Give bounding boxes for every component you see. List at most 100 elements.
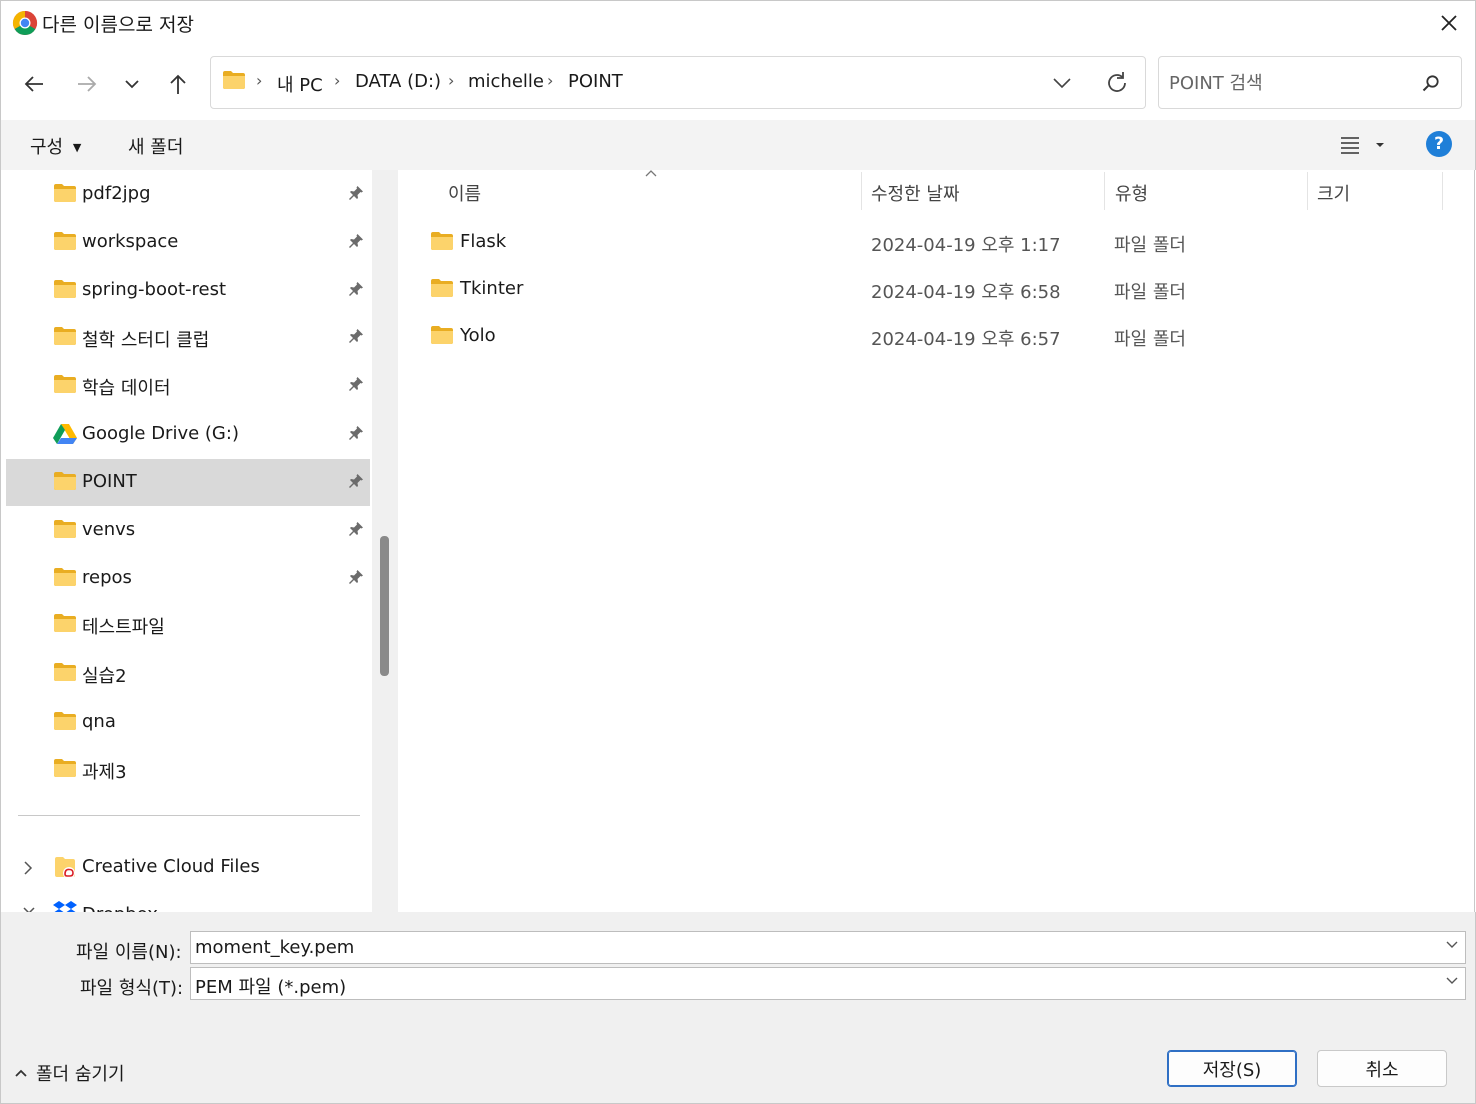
nav-item-label: 테스트파일 xyxy=(82,617,165,638)
folder-icon xyxy=(53,279,77,299)
pin-icon[interactable] xyxy=(348,376,364,392)
nav-item[interactable]: spring-boot-rest xyxy=(6,267,370,314)
column-header-type[interactable]: 유형 xyxy=(1115,180,1148,206)
folder-icon xyxy=(53,471,77,491)
chrome-icon xyxy=(12,10,38,36)
nav-item[interactable]: pdf2jpg xyxy=(6,171,370,218)
file-name: Yolo xyxy=(460,325,496,346)
nav-scrollbar-thumb[interactable] xyxy=(380,536,389,676)
column-divider[interactable] xyxy=(1307,172,1308,210)
pin-icon[interactable] xyxy=(348,233,364,249)
column-header-modified[interactable]: 수정한 날짜 xyxy=(871,180,960,206)
up-button[interactable] xyxy=(158,66,198,102)
google-drive-icon xyxy=(53,424,77,444)
filetype-select[interactable]: PEM 파일 (*.pem) xyxy=(190,967,1466,1000)
nav-item-label: Creative Cloud Files xyxy=(82,856,260,877)
nav-item[interactable]: workspace xyxy=(6,219,370,266)
organize-button[interactable]: 구성 ▼ xyxy=(30,133,81,159)
folder-icon xyxy=(430,325,454,345)
nav-item[interactable]: 테스트파일 xyxy=(6,601,370,648)
hide-folders-label: 폴더 숨기기 xyxy=(36,1064,125,1085)
nav-item-creative-cloud[interactable]: Creative Cloud Files xyxy=(20,856,360,882)
view-options-button[interactable] xyxy=(1340,134,1390,156)
chevron-right-icon[interactable] xyxy=(22,860,34,876)
column-divider[interactable] xyxy=(861,172,862,210)
cancel-button[interactable]: 취소 xyxy=(1317,1050,1447,1087)
pin-icon[interactable] xyxy=(348,328,364,344)
arrow-left-icon xyxy=(24,76,43,92)
breadcrumb-this-pc[interactable]: 내 PC xyxy=(277,71,323,97)
nav-item[interactable]: repos xyxy=(6,555,370,602)
new-folder-button[interactable]: 새 폴더 xyxy=(128,133,183,159)
chevron-down-icon[interactable] xyxy=(1050,72,1074,94)
column-divider[interactable] xyxy=(1104,172,1105,210)
pin-icon[interactable] xyxy=(348,281,364,297)
hide-folders-button[interactable]: 폴더 숨기기 xyxy=(14,1060,125,1086)
chevron-up-icon xyxy=(15,1069,27,1077)
nav-item-label: Dropbox xyxy=(82,904,158,912)
filename-field[interactable]: moment_key.pem xyxy=(190,931,1466,964)
chevron-down-icon[interactable] xyxy=(1445,940,1459,950)
chevron-down-icon xyxy=(125,80,139,89)
nav-item-label: 실습2 xyxy=(82,666,127,687)
folder-icon xyxy=(53,231,77,251)
nav-item-label: workspace xyxy=(82,231,179,252)
nav-item-label: repos xyxy=(82,567,132,588)
file-type: 파일 폴더 xyxy=(1114,329,1186,350)
file-type: 파일 폴더 xyxy=(1114,235,1186,256)
folder-icon xyxy=(430,278,454,298)
column-header-size[interactable]: 크기 xyxy=(1317,180,1350,206)
folder-icon xyxy=(53,711,77,731)
save-button[interactable]: 저장(S) xyxy=(1167,1050,1297,1087)
search-input[interactable] xyxy=(1169,71,1409,95)
nav-item-label: pdf2jpg xyxy=(82,183,151,204)
pin-icon[interactable] xyxy=(348,521,364,537)
column-header-name[interactable]: 이름 xyxy=(448,180,481,206)
forward-button[interactable] xyxy=(67,66,107,102)
breadcrumb-data-drive[interactable]: DATA (D:) xyxy=(355,71,441,92)
nav-item-dropbox[interactable]: Dropbox xyxy=(20,900,360,912)
folder-icon xyxy=(430,231,454,251)
nav-item[interactable]: Google Drive (G:) xyxy=(6,411,370,458)
nav-item[interactable]: 학습 데이터 xyxy=(6,362,370,409)
close-button[interactable] xyxy=(1426,4,1472,42)
pin-icon[interactable] xyxy=(348,185,364,201)
pin-icon[interactable] xyxy=(348,473,364,489)
help-icon[interactable]: ? xyxy=(1426,131,1452,157)
file-row[interactable]: Yolo 2024-04-19 오후 6:57 파일 폴더 xyxy=(420,314,1450,358)
nav-item[interactable]: 철학 스터디 클럽 xyxy=(6,314,370,361)
column-divider[interactable] xyxy=(1442,172,1443,210)
nav-item[interactable]: 실습2 xyxy=(6,650,370,697)
nav-item[interactable]: venvs xyxy=(6,507,370,554)
file-modified: 2024-04-19 오후 1:17 xyxy=(871,235,1061,256)
file-name: Flask xyxy=(460,231,507,252)
breadcrumb-michelle[interactable]: michelle xyxy=(468,71,544,92)
pin-icon[interactable] xyxy=(348,569,364,585)
file-modified: 2024-04-19 오후 6:57 xyxy=(871,329,1061,350)
file-row[interactable]: Flask 2024-04-19 오후 1:17 파일 폴더 xyxy=(420,220,1450,264)
breadcrumb-point[interactable]: POINT xyxy=(568,71,623,92)
nav-item-label: venvs xyxy=(82,519,136,540)
search-icon[interactable] xyxy=(1422,74,1440,92)
chevron-down-icon[interactable] xyxy=(1445,976,1459,986)
nav-item-label: spring-boot-rest xyxy=(82,279,227,300)
nav-item-label: 철학 스터디 클럽 xyxy=(82,330,210,351)
filetype-label: 파일 형식(T): xyxy=(80,978,184,999)
arrow-up-icon xyxy=(170,74,186,94)
back-button[interactable] xyxy=(14,66,54,102)
close-icon xyxy=(1441,15,1457,31)
file-row[interactable]: Tkinter 2024-04-19 오후 6:58 파일 폴더 xyxy=(420,267,1450,311)
nav-item[interactable]: 과제3 xyxy=(6,746,370,793)
sort-ascending-icon xyxy=(645,170,657,177)
nav-item-label: POINT xyxy=(82,471,137,492)
filename-value[interactable]: moment_key.pem xyxy=(195,937,354,958)
nav-item[interactable]: qna xyxy=(6,699,370,746)
breadcrumb-separator-icon: › xyxy=(334,71,341,90)
folder-icon xyxy=(53,567,77,587)
refresh-icon[interactable] xyxy=(1104,70,1130,96)
search-box[interactable] xyxy=(1158,56,1462,109)
recent-locations-button[interactable] xyxy=(112,66,152,102)
nav-item[interactable]: POINT xyxy=(6,459,370,506)
pin-icon[interactable] xyxy=(348,425,364,441)
address-bar[interactable] xyxy=(210,56,1146,109)
